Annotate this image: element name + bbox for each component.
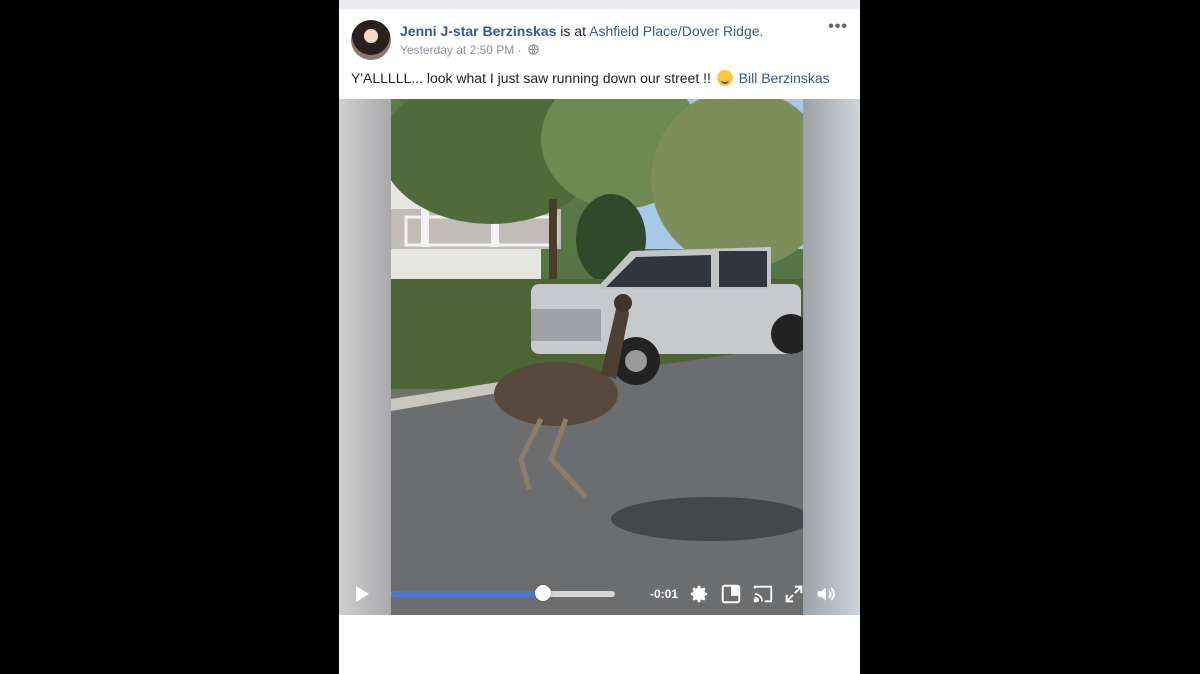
video-progress-knob[interactable] bbox=[535, 585, 551, 601]
video-scene bbox=[391, 99, 803, 615]
video-blur-right bbox=[803, 99, 860, 615]
time-remaining: -0:01 bbox=[650, 587, 679, 601]
post-message: Y'ALLLLL... look what I just saw running… bbox=[351, 70, 711, 86]
cast-icon[interactable] bbox=[752, 583, 774, 605]
avatar[interactable] bbox=[351, 20, 391, 60]
location-link[interactable]: Ashfield Place/Dover Ridge. bbox=[589, 23, 763, 39]
more-options-button[interactable]: ••• bbox=[828, 18, 848, 36]
post-header: Jenni J-star Berzinskas is at Ashfield P… bbox=[400, 23, 763, 39]
video-progress-fill bbox=[391, 591, 544, 597]
video-frame[interactable] bbox=[391, 99, 803, 615]
timestamp[interactable]: Yesterday at 2:50 PM bbox=[400, 43, 514, 57]
tagged-user-link[interactable]: Bill Berzinskas bbox=[739, 70, 830, 86]
video-player[interactable]: -0:01 bbox=[339, 99, 860, 615]
globe-icon bbox=[528, 44, 539, 58]
fullscreen-icon[interactable] bbox=[783, 583, 805, 605]
author-name[interactable]: Jenni J-star Berzinskas bbox=[400, 23, 556, 39]
location-prefix: is at bbox=[560, 23, 586, 39]
play-icon[interactable] bbox=[356, 586, 369, 602]
picture-in-picture-icon[interactable] bbox=[720, 583, 742, 605]
top-strip bbox=[339, 0, 860, 9]
smile-emoji-icon bbox=[716, 70, 733, 86]
post-meta: Yesterday at 2:50 PM · bbox=[400, 43, 539, 58]
facebook-post: Jenni J-star Berzinskas is at Ashfield P… bbox=[339, 0, 860, 674]
video-controls: -0:01 bbox=[339, 575, 860, 615]
meta-separator: · bbox=[517, 43, 522, 57]
settings-gear-icon[interactable] bbox=[688, 583, 710, 605]
volume-icon[interactable] bbox=[815, 583, 837, 605]
video-progress-bar[interactable] bbox=[391, 591, 615, 597]
video-blur-left bbox=[339, 99, 391, 615]
post-text: Y'ALLLLL... look what I just saw running… bbox=[351, 70, 830, 86]
